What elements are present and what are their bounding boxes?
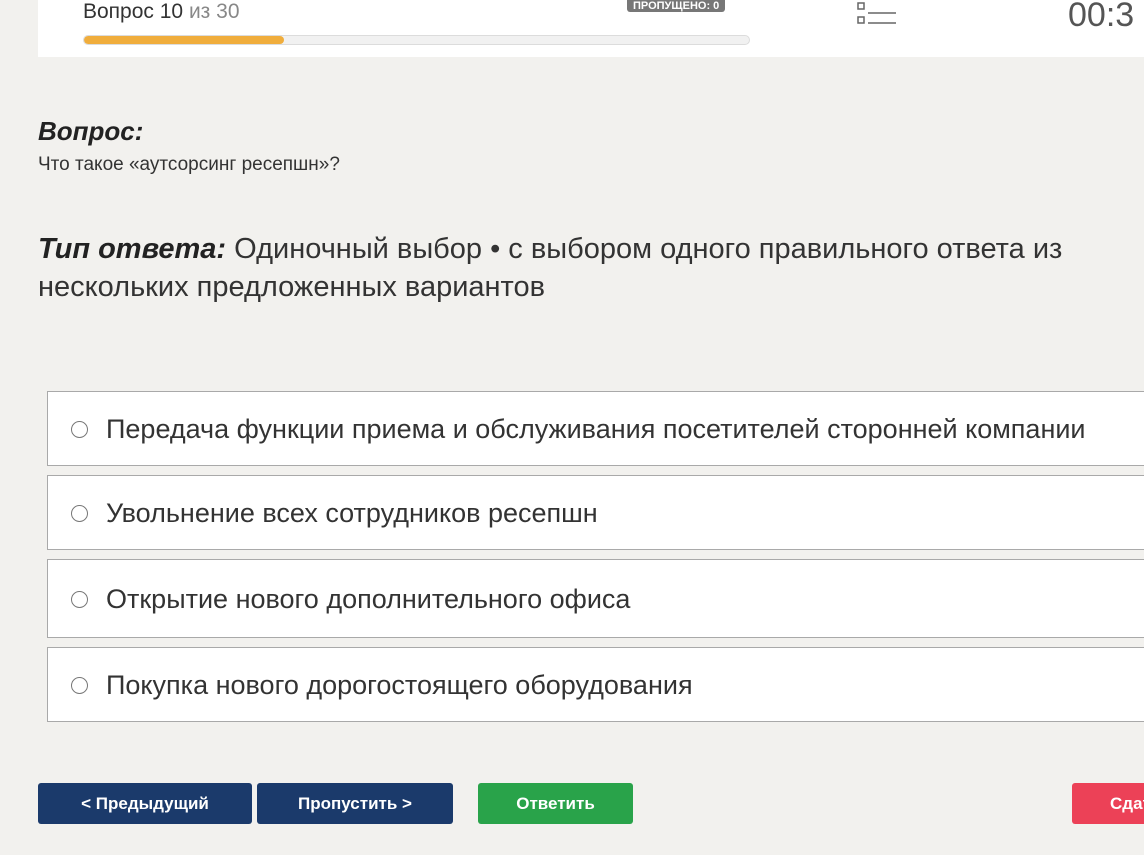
answer-option-3[interactable]: Открытие нового дополнительного офиса <box>47 559 1144 638</box>
progress-bar <box>83 35 750 45</box>
question-heading: Вопрос: <box>38 116 144 146</box>
answer-option-1[interactable]: Передача функции приема и обслуживания п… <box>47 391 1144 466</box>
answer-option-text: Передача функции приема и обслуживания п… <box>106 414 1086 444</box>
answer-type-label: Тип ответа: <box>38 233 227 265</box>
answer-option-text: Покупка нового дорогостоящего оборудован… <box>106 670 693 700</box>
answer-option-text: Увольнение всех сотрудников ресепшн <box>106 498 598 528</box>
question-number: Вопрос 10 <box>83 0 184 23</box>
radio-icon[interactable] <box>71 591 88 608</box>
answer-option-2[interactable]: Увольнение всех сотрудников ресепшн <box>47 475 1144 550</box>
of-label: из <box>188 0 211 23</box>
question-list-icon[interactable] <box>857 1 899 32</box>
header-card: Вопрос 10 из 30 ПРОПУЩЕНО: 0 00:3 <box>38 0 1144 57</box>
answer-option-text: Открытие нового дополнительного офиса <box>106 584 631 614</box>
answer-type: Тип ответа: Одиночный выбор • с выбором … <box>38 230 1128 306</box>
previous-button[interactable]: < Предыдущий <box>38 783 252 824</box>
radio-icon[interactable] <box>71 421 88 438</box>
question-counter: Вопрос 10 из 30 <box>83 0 240 24</box>
skipped-badge: ПРОПУЩЕНО: 0 <box>627 0 726 12</box>
answer-button[interactable]: Ответить <box>478 783 633 824</box>
timer: 00:3 <box>1068 0 1135 34</box>
skip-button[interactable]: Пропустить > <box>257 783 453 824</box>
radio-icon[interactable] <box>71 677 88 694</box>
total-questions: 30 <box>216 0 240 23</box>
answer-option-4[interactable]: Покупка нового дорогостоящего оборудован… <box>47 647 1144 722</box>
progress-bar-fill <box>84 36 284 44</box>
question-text: Что такое «аутсорсинг ресепшн»? <box>38 154 340 175</box>
radio-icon[interactable] <box>71 505 88 522</box>
submit-button[interactable]: Сдат <box>1072 783 1144 824</box>
